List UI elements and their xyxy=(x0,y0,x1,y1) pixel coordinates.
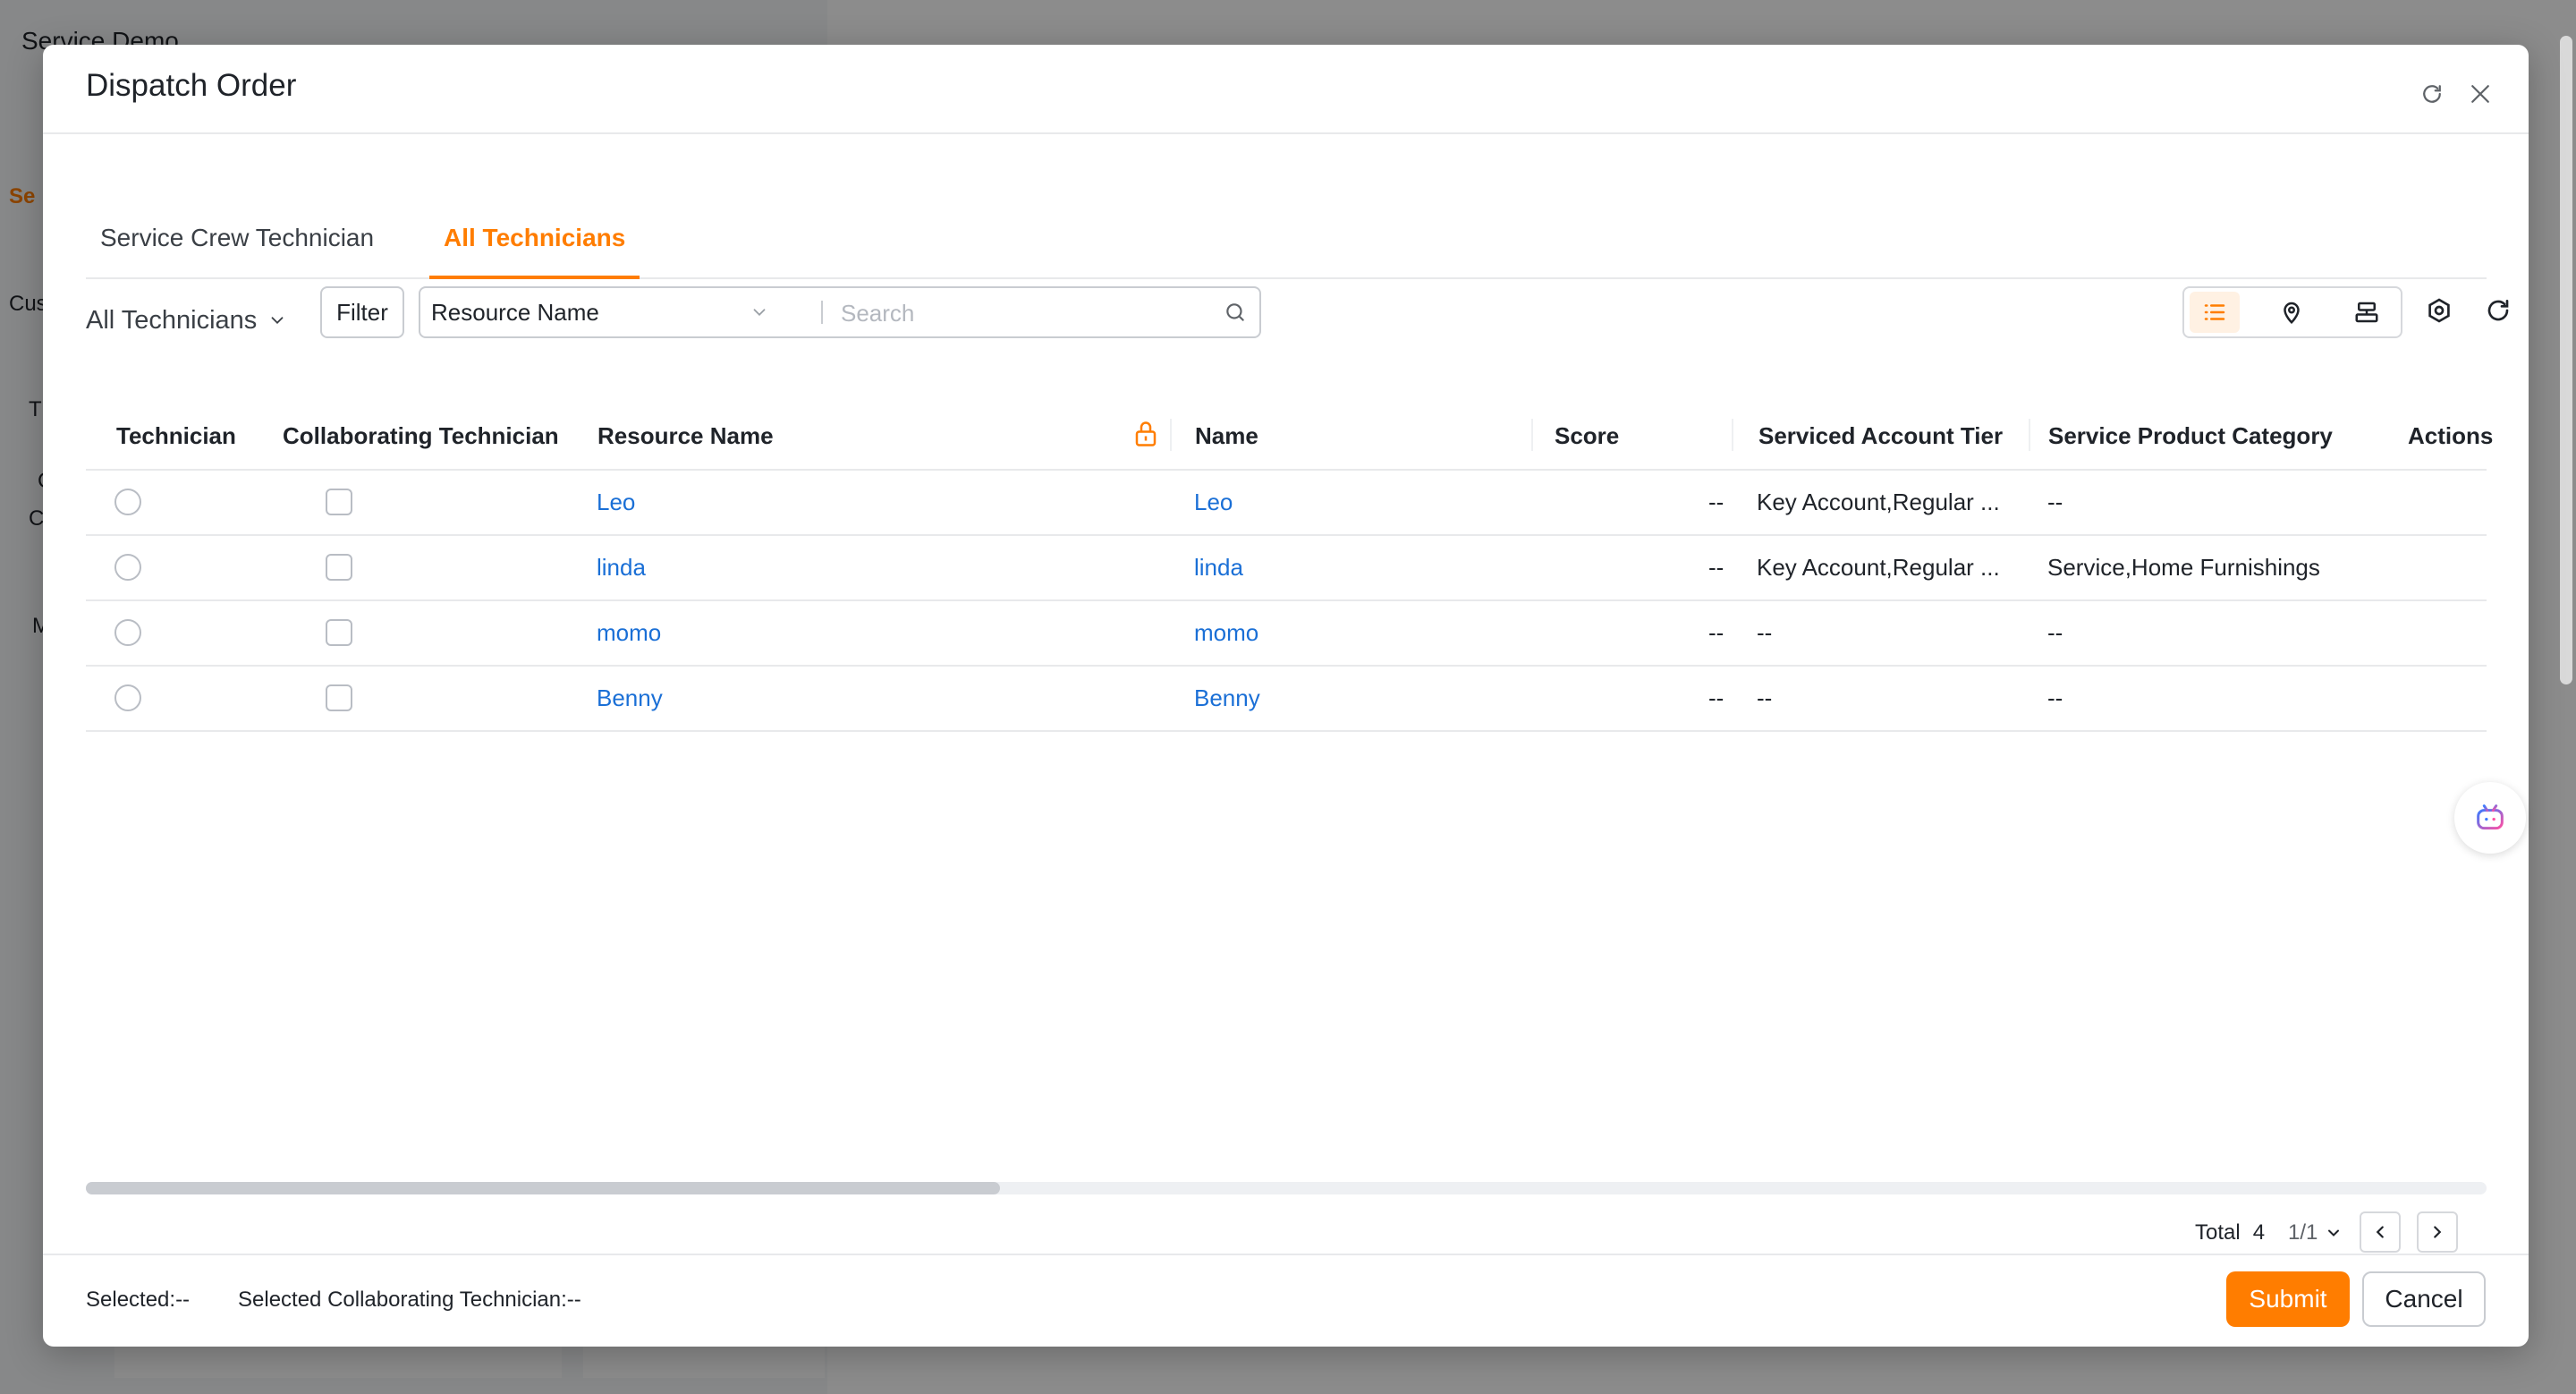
next-page-button[interactable] xyxy=(2417,1211,2458,1253)
column-header-score: Score xyxy=(1555,422,1620,449)
resource-name-link[interactable]: momo xyxy=(597,619,661,647)
list-view-button[interactable] xyxy=(2190,292,2240,333)
chevron-right-icon xyxy=(2434,1226,2442,1238)
cancel-button[interactable]: Cancel xyxy=(2362,1271,2486,1327)
column-header-technician: Technician xyxy=(116,422,236,449)
column-header-name: Name xyxy=(1195,422,1258,449)
modal-title: Dispatch Order xyxy=(86,68,297,103)
collaborating-technician-checkbox[interactable] xyxy=(326,619,352,646)
category-cell: Service,Home Furnishings xyxy=(2047,554,2320,581)
collaborating-technician-checkbox[interactable] xyxy=(326,489,352,515)
tier-cell: -- xyxy=(1757,619,1773,646)
tier-cell: Key Account,Regular ... xyxy=(1757,554,2000,581)
technician-radio[interactable] xyxy=(114,684,141,711)
chevron-left-icon xyxy=(2376,1226,2384,1238)
tier-cell: -- xyxy=(1757,684,1773,711)
page-select[interactable]: 1/1 xyxy=(2288,1211,2343,1254)
filter-button[interactable]: Filter xyxy=(320,286,404,338)
total-label: Total xyxy=(2195,1220,2241,1245)
technician-radio[interactable] xyxy=(114,619,141,646)
map-view-icon xyxy=(2284,302,2300,325)
technician-radio[interactable] xyxy=(114,554,141,581)
column-header-serviced-account-tier: Serviced Account Tier xyxy=(1758,422,2004,449)
name-link[interactable]: momo xyxy=(1194,619,1258,647)
total-count: 4 xyxy=(2252,1220,2266,1245)
chevron-down-icon xyxy=(753,309,766,317)
page-scrollbar[interactable] xyxy=(2560,36,2572,684)
selected-collaborating-text: Selected Collaborating Technician:-- xyxy=(238,1288,581,1312)
modal-footer: Selected:-- Selected Collaborating Techn… xyxy=(43,1254,2529,1347)
collaborating-technician-checkbox[interactable] xyxy=(326,684,352,711)
tier-cell: Key Account,Regular ... xyxy=(1757,489,2000,515)
tab-bar: Service Crew Technician All Technicians xyxy=(86,179,2487,279)
pagination-total: Total 4 xyxy=(2195,1211,2265,1254)
column-header-actions: Actions xyxy=(2408,422,2494,449)
column-divider xyxy=(1531,419,1533,451)
search-icon[interactable] xyxy=(1224,301,1247,324)
table-horizontal-scrollbar[interactable] xyxy=(86,1182,2487,1194)
scrollbar-thumb[interactable] xyxy=(86,1182,1000,1194)
score-cell: -- xyxy=(1708,554,1724,581)
list-view-icon xyxy=(2204,304,2225,320)
lock-icon[interactable] xyxy=(1132,419,1159,449)
gantt-view-icon xyxy=(2355,302,2378,323)
category-cell: -- xyxy=(2047,489,2063,515)
scope-dropdown-label: All Technicians xyxy=(86,305,258,335)
view-switcher xyxy=(2182,286,2402,338)
ai-assistant-button[interactable] xyxy=(2454,782,2526,854)
search-input[interactable] xyxy=(839,295,1209,331)
selected-technician-text: Selected:-- xyxy=(86,1288,191,1312)
column-divider xyxy=(1732,419,1733,451)
reload-icon[interactable] xyxy=(2419,81,2445,107)
page-indicator: 1/1 xyxy=(2288,1220,2318,1245)
column-header-service-product-category: Service Product Category xyxy=(2048,422,2333,449)
robot-icon xyxy=(2477,804,2504,830)
category-cell: -- xyxy=(2047,684,2063,711)
resource-name-link[interactable]: Leo xyxy=(597,489,635,516)
table-row: Benny Benny -- -- -- xyxy=(86,667,2487,732)
table-header: Technician Collaborating Technician Reso… xyxy=(86,369,2493,471)
map-view-button[interactable] xyxy=(2267,292,2317,333)
score-cell: -- xyxy=(1708,619,1724,646)
category-cell: -- xyxy=(2047,619,2063,646)
scope-dropdown[interactable]: All Technicians xyxy=(86,295,287,345)
resource-name-link[interactable]: Benny xyxy=(597,684,663,712)
search-field-label: Resource Name xyxy=(431,298,599,326)
tab-all-technicians[interactable]: All Technicians xyxy=(429,224,640,279)
column-header-collaborating-technician: Collaborating Technician xyxy=(283,422,559,449)
score-cell: -- xyxy=(1708,489,1724,515)
gantt-view-button[interactable] xyxy=(2342,292,2392,333)
collaborating-technician-checkbox[interactable] xyxy=(326,554,352,581)
settings-icon[interactable] xyxy=(2424,295,2454,326)
name-link[interactable]: linda xyxy=(1194,554,1243,582)
column-header-resource-name: Resource Name xyxy=(597,422,774,449)
technician-radio[interactable] xyxy=(114,489,141,515)
technician-table: Technician Collaborating Technician Reso… xyxy=(86,369,2493,732)
column-divider xyxy=(1170,419,1172,451)
table-row: linda linda -- Key Account,Regular ... S… xyxy=(86,536,2487,601)
chevron-down-icon xyxy=(2328,1229,2340,1237)
table-row: Leo Leo -- Key Account,Regular ... -- xyxy=(86,471,2487,536)
close-icon[interactable] xyxy=(2467,81,2494,107)
refresh-icon[interactable] xyxy=(2483,295,2513,326)
search-field-select[interactable]: Resource Name xyxy=(431,288,780,336)
previous-page-button[interactable] xyxy=(2360,1211,2401,1253)
tab-service-crew-technician[interactable]: Service Crew Technician xyxy=(100,224,374,276)
modal-header: Dispatch Order xyxy=(43,45,2529,134)
chevron-down-icon xyxy=(271,317,284,325)
column-divider xyxy=(2029,419,2030,451)
score-cell: -- xyxy=(1708,684,1724,711)
search-divider xyxy=(821,301,823,324)
resource-name-link[interactable]: linda xyxy=(597,554,646,582)
name-link[interactable]: Leo xyxy=(1194,489,1233,516)
search-box: Resource Name xyxy=(419,286,1261,338)
dispatch-order-modal: Dispatch Order Service Crew Technician A… xyxy=(43,45,2529,1347)
submit-button[interactable]: Submit xyxy=(2226,1271,2350,1327)
table-row: momo momo -- -- -- xyxy=(86,601,2487,667)
name-link[interactable]: Benny xyxy=(1194,684,1260,712)
